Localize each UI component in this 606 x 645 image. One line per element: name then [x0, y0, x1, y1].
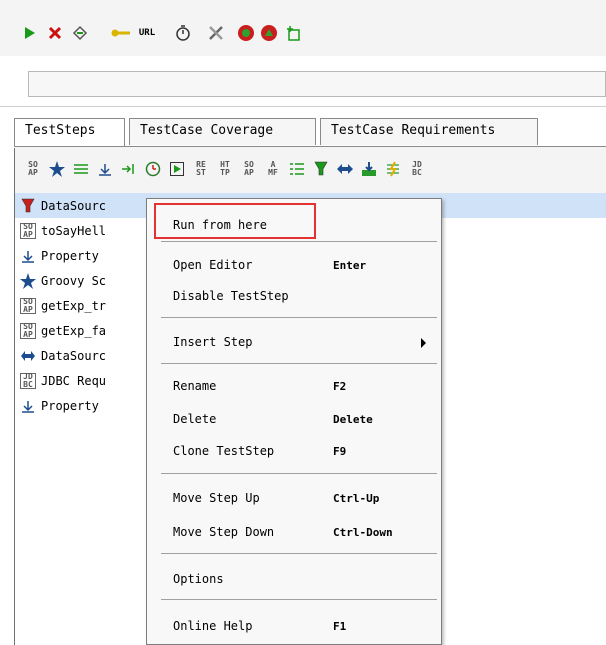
soap-icon: SO AP [20, 322, 36, 339]
menu-separator [161, 473, 437, 474]
property-transfer-icon [20, 398, 36, 414]
rest-request-icon[interactable]: RE ST [191, 159, 211, 179]
menu-item-insert-step[interactable]: Insert Step [147, 330, 441, 354]
step-label: Property [41, 398, 99, 413]
settings-icon[interactable] [206, 22, 226, 44]
run-testcase-icon[interactable] [167, 159, 187, 179]
endpoint-icon[interactable] [110, 22, 132, 44]
jdbc-icon: JD BC [20, 372, 36, 389]
datasource-loop-icon[interactable] [335, 159, 355, 179]
run-icon[interactable] [22, 22, 38, 44]
amf-request-icon[interactable]: A MF [263, 159, 283, 179]
step-label: DataSourc [41, 198, 107, 213]
menu-item-options[interactable]: Options [147, 567, 441, 591]
groovy-icon [20, 272, 36, 289]
delay-icon[interactable] [143, 159, 163, 179]
property-transfer-icon[interactable] [95, 159, 115, 179]
menu-item-move-step-up[interactable]: Move Step Up Ctrl-Up [147, 486, 441, 510]
step-label: toSayHell [41, 223, 107, 238]
menu-item-rename[interactable]: Rename F2 [147, 374, 441, 398]
conditional-goto-icon[interactable] [119, 159, 139, 179]
menu-item-delete[interactable]: Delete Delete [147, 407, 441, 431]
property-transfer-icon [20, 248, 36, 264]
menu-item-clone-teststep[interactable]: Clone TestStep F9 [147, 439, 441, 463]
tab-testcase-requirements[interactable]: TestCase Requirements [320, 118, 538, 145]
url-icon[interactable]: URL [136, 22, 158, 44]
menu-separator [161, 599, 437, 600]
soap-icon: SO AP [20, 222, 36, 239]
submenu-arrow-icon [421, 338, 426, 348]
mock-response-icon[interactable]: SO AP [239, 159, 259, 179]
step-label: Groovy Sc [41, 273, 107, 288]
assertion-icon[interactable] [383, 159, 403, 179]
soap-icon: SO AP [20, 297, 36, 314]
step-label: JDBC Requ [41, 373, 107, 388]
datasource-icon[interactable] [311, 159, 331, 179]
add-icon[interactable] [284, 22, 302, 44]
menu-item-disable-teststep[interactable]: Disable TestStep [147, 284, 441, 308]
step-label: DataSourc [41, 348, 107, 363]
tab-teststeps[interactable]: TestSteps [14, 118, 125, 146]
timer-icon[interactable] [174, 22, 192, 44]
highlight-box [154, 203, 316, 239]
menu-item-open-editor[interactable]: Open Editor Enter [147, 253, 441, 277]
step-label: Property [41, 248, 99, 263]
properties-list-icon[interactable] [287, 159, 307, 179]
main-toolbar: URL [0, 0, 606, 56]
soap-request-icon[interactable]: SO AP [23, 159, 43, 179]
loadtest-icon[interactable] [259, 22, 279, 44]
monitor-icon[interactable] [236, 22, 256, 44]
step-label: getExp_tr [41, 298, 107, 313]
options-icon[interactable] [70, 22, 90, 44]
jdbc-request-icon[interactable]: JD BC [407, 159, 427, 179]
tab-testcase-coverage[interactable]: TestCase Coverage [129, 118, 316, 145]
menu-separator [161, 241, 437, 242]
datasink-icon[interactable] [359, 159, 379, 179]
properties-icon[interactable] [71, 159, 91, 179]
menu-separator [161, 363, 437, 364]
url-field[interactable] [28, 71, 606, 97]
menu-item-move-step-down[interactable]: Move Step Down Ctrl-Down [147, 520, 441, 544]
cancel-icon[interactable] [47, 22, 63, 44]
groovy-icon[interactable] [47, 159, 67, 179]
http-request-icon[interactable]: HT TP [215, 159, 235, 179]
menu-item-online-help[interactable]: Online Help F1 [147, 614, 441, 638]
datasource-loop-icon [20, 348, 36, 364]
divider [0, 106, 606, 107]
menu-separator [161, 553, 437, 554]
context-menu: Run from here Open Editor Enter Disable T… [146, 198, 442, 645]
step-label: getExp_fa [41, 323, 107, 338]
datasource-icon [20, 198, 36, 214]
menu-separator [161, 317, 437, 318]
step-toolbar: SO AP RE ST HT TP SO AP A MF JD BC [15, 147, 606, 193]
